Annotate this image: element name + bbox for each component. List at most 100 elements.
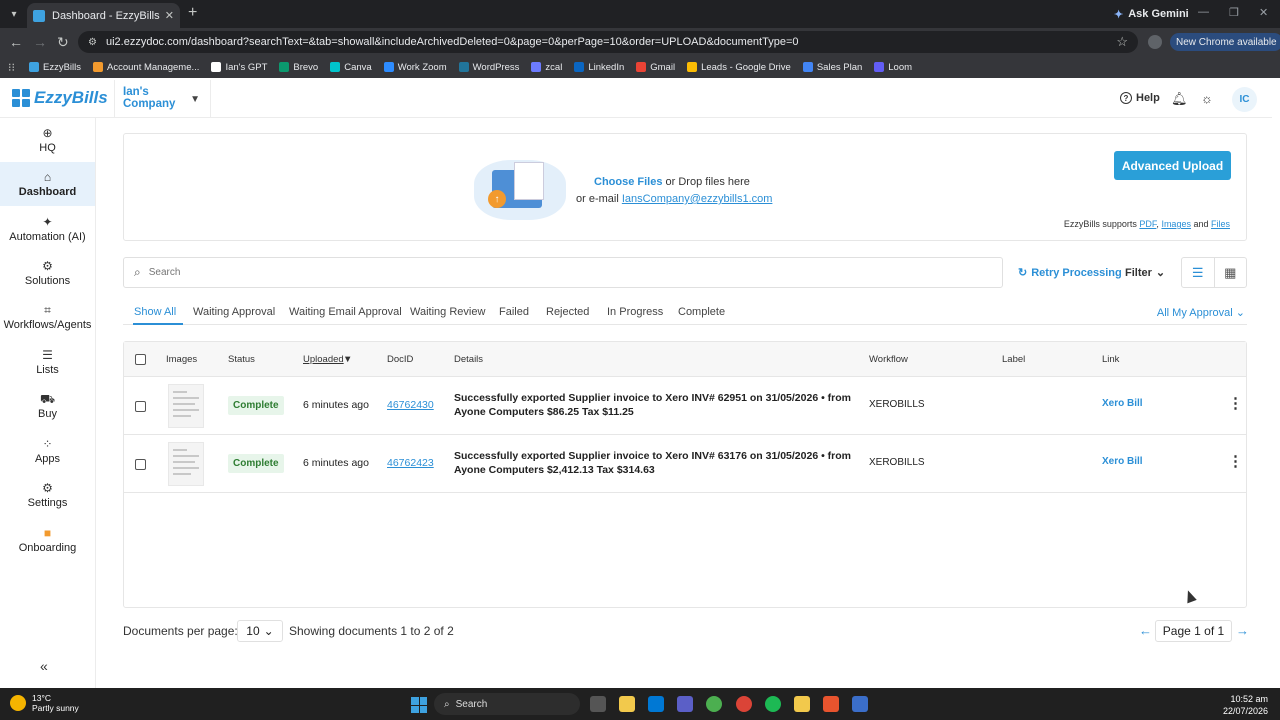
sidebar-item-settings[interactable]: ⚙ Settings (0, 473, 95, 517)
apps-grid-icon[interactable]: ⁝⁝ (8, 61, 15, 74)
chrome-profile-icon[interactable] (736, 696, 752, 712)
search-box[interactable]: ⌕ (123, 257, 1003, 288)
bookmark-item[interactable]: EzzyBills (29, 62, 81, 73)
sticky-notes-icon[interactable] (794, 696, 810, 712)
tab-rejected[interactable]: Rejected (546, 306, 589, 318)
teams-icon[interactable] (677, 696, 693, 712)
images-link[interactable]: Images (1161, 219, 1191, 229)
theme-toggle-icon[interactable]: ☼ (1201, 91, 1213, 106)
table-row[interactable]: Complete 6 minutes ago 46762430 Successf… (124, 377, 1246, 435)
tab-waiting-review[interactable]: Waiting Review (410, 306, 485, 318)
windows-start-icon[interactable] (411, 697, 427, 713)
previous-page-icon[interactable]: ← (1139, 623, 1152, 638)
xero-bill-link[interactable]: Xero Bill (1102, 456, 1143, 467)
upload-email-link[interactable]: IansCompany@ezzybills1.com (622, 193, 773, 205)
spotify-icon[interactable] (765, 696, 781, 712)
app-icon[interactable] (852, 696, 868, 712)
bookmark-item[interactable]: zcal (531, 62, 562, 73)
more-options-icon[interactable]: ⋮ (1228, 394, 1243, 412)
close-tab-icon[interactable]: ✕ (165, 9, 174, 22)
outlook-icon[interactable] (648, 696, 664, 712)
upload-dropzone[interactable]: ↑ Choose Files or Drop files here or e-m… (123, 133, 1247, 241)
next-page-icon[interactable]: → (1236, 623, 1249, 638)
tab-waiting-approval[interactable]: Waiting Approval (193, 306, 275, 318)
system-clock[interactable]: 10:52 am 22/07/2026 (1223, 693, 1268, 717)
select-all-checkbox[interactable] (135, 354, 146, 365)
document-thumbnail[interactable] (168, 384, 204, 428)
sidebar-item-onboarding[interactable]: ■ Onboarding (0, 518, 95, 562)
sidebar-item-workflows[interactable]: ⌗ Workflows/Agents (0, 295, 95, 339)
filter-button[interactable]: Filter ⌄ (1125, 266, 1165, 280)
docid-link[interactable]: 46762423 (387, 457, 434, 469)
row-checkbox[interactable] (135, 459, 146, 470)
bookmark-item[interactable]: Loom (874, 62, 912, 73)
sidebar-item-solutions[interactable]: ⚙ Solutions (0, 251, 95, 295)
bookmark-item[interactable]: Work Zoom (383, 62, 447, 73)
files-link[interactable]: Files (1211, 219, 1230, 229)
approval-filter-dropdown[interactable]: All My Approval ⌄ (1157, 306, 1245, 319)
bookmark-item[interactable]: Canva (330, 62, 372, 73)
help-button[interactable]: ? Help (1120, 92, 1160, 104)
bookmark-item[interactable]: Ian's GPT (211, 62, 267, 73)
grid-view-icon[interactable]: ▦ (1215, 258, 1247, 287)
url-bar[interactable]: ⚙ ui2.ezzydoc.com/dashboard?searchText=&… (78, 31, 1138, 53)
profile-avatar[interactable] (1148, 35, 1162, 49)
new-chrome-available-button[interactable]: New Chrome available (1170, 33, 1280, 51)
bookmark-item[interactable]: Gmail (636, 62, 675, 73)
search-input[interactable] (148, 267, 1002, 278)
user-avatar[interactable]: IC (1232, 87, 1257, 112)
more-options-icon[interactable]: ⋮ (1228, 452, 1243, 470)
xero-bill-link[interactable]: Xero Bill (1102, 398, 1143, 409)
bookmark-item[interactable]: Leads - Google Drive (687, 62, 791, 73)
list-view-icon[interactable]: ☰ (1182, 258, 1215, 287)
pdf-link[interactable]: PDF (1139, 219, 1156, 229)
sidebar-item-buy[interactable]: ⛟ Buy (0, 384, 95, 428)
tab-search-icon[interactable]: ▾ (5, 5, 23, 23)
restore-icon[interactable]: ❐ (1229, 6, 1239, 19)
per-page-select[interactable]: 10 ⌄ (237, 620, 283, 642)
sidebar-item-dashboard[interactable]: ⌂ Dashboard (0, 162, 95, 206)
retry-processing-button[interactable]: ↻ Retry Processing (1018, 266, 1122, 280)
ezzybills-logo[interactable]: EzzyBills (12, 88, 108, 108)
document-thumbnail[interactable] (168, 442, 204, 486)
bookmark-item[interactable]: Sales Plan (802, 62, 862, 73)
sidebar-item-lists[interactable]: ☰ Lists (0, 340, 95, 384)
minimize-icon[interactable]: — (1198, 6, 1209, 18)
back-icon[interactable]: ← (9, 34, 23, 50)
browser-tab-dashboard[interactable]: Dashboard - EzzyBills ✕ (27, 3, 180, 28)
table-row[interactable]: Complete 6 minutes ago 46762423 Successf… (124, 435, 1246, 493)
close-window-icon[interactable]: ✕ (1259, 6, 1268, 19)
reload-icon[interactable]: ↻ (57, 34, 69, 51)
bookmark-item[interactable]: Brevo (279, 62, 318, 73)
task-view-icon[interactable] (590, 696, 606, 712)
sort-desc-icon[interactable]: ▼ (343, 354, 352, 365)
file-explorer-icon[interactable] (619, 696, 635, 712)
snipping-tool-icon[interactable] (823, 696, 839, 712)
bookmark-star-icon[interactable]: ☆ (1116, 34, 1128, 50)
company-selector[interactable]: Ian's Company ▼ (114, 80, 211, 118)
ask-gemini-button[interactable]: ✦ Ask Gemini (1106, 5, 1197, 23)
tab-failed[interactable]: Failed (499, 306, 529, 318)
collapse-sidebar-icon[interactable]: « (40, 658, 48, 674)
weather-widget[interactable]: 13°C Partly sunny (10, 693, 79, 713)
taskbar-search[interactable]: ⌕ Search (434, 693, 580, 715)
sidebar-item-hq[interactable]: ⊕ HQ (0, 118, 95, 162)
forward-icon[interactable]: → (33, 34, 47, 50)
bookmark-item[interactable]: Account Manageme... (93, 62, 199, 73)
column-uploaded[interactable]: Uploaded (303, 354, 344, 365)
advanced-upload-button[interactable]: Advanced Upload (1114, 151, 1231, 180)
bookmark-item[interactable]: WordPress (458, 62, 519, 73)
sidebar-item-automation[interactable]: ✦ Automation (AI) (0, 207, 95, 251)
docid-link[interactable]: 46762430 (387, 399, 434, 411)
new-tab-icon[interactable]: + (188, 4, 197, 22)
bookmark-item[interactable]: LinkedIn (574, 62, 624, 73)
site-info-icon[interactable]: ⚙ (88, 37, 97, 48)
chrome-icon[interactable] (706, 696, 722, 712)
row-checkbox[interactable] (135, 401, 146, 412)
bell-icon[interactable]: 🔔︎ (1171, 91, 1188, 107)
tab-show-all[interactable]: Show All (134, 306, 176, 318)
sidebar-item-apps[interactable]: ⁘ Apps (0, 429, 95, 473)
tab-in-progress[interactable]: In Progress (607, 306, 663, 318)
choose-files-link[interactable]: Choose Files (594, 176, 662, 188)
tab-complete[interactable]: Complete (678, 306, 725, 318)
